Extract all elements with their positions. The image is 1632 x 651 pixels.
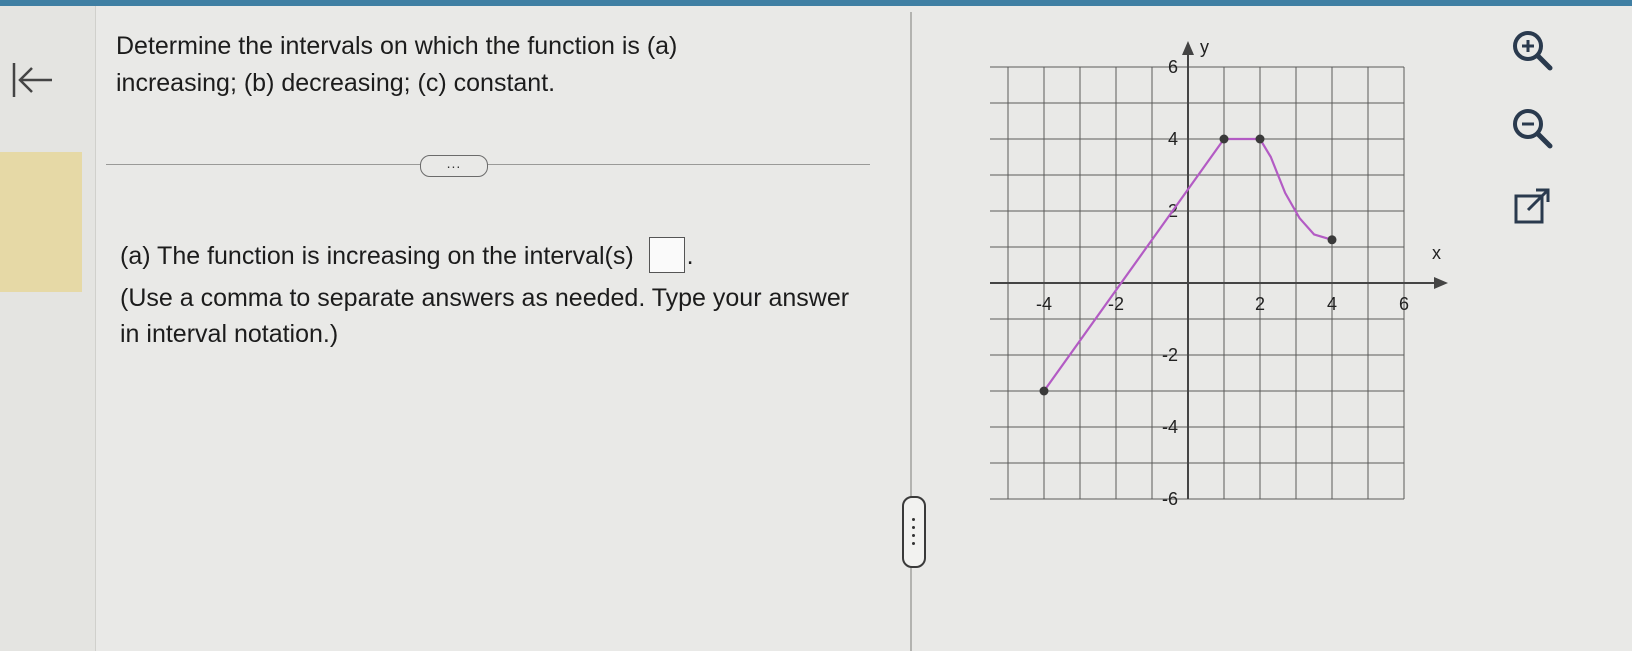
current-question-marker (0, 152, 82, 292)
y-tick-label: 4 (1168, 129, 1178, 149)
curve-endpoint (1039, 386, 1049, 396)
part-a-text: (a) The function is increasing on the in… (120, 242, 634, 270)
answer-period: . (686, 242, 694, 270)
x-tick-label: -4 (1036, 294, 1052, 314)
part-a-line: (a) The function is increasing on the in… (120, 237, 694, 274)
open-external-button[interactable] (1508, 184, 1556, 232)
answer-input[interactable] (648, 237, 685, 273)
collapse-left-icon (12, 63, 52, 97)
top-bar (0, 0, 1632, 6)
divider (106, 164, 870, 165)
panel-resize-handle[interactable] (902, 496, 926, 568)
y-tick-label: -2 (1162, 345, 1178, 365)
x-tick-label: 4 (1327, 294, 1337, 314)
y-axis-arrow (1182, 41, 1194, 55)
y-axis-label: y (1200, 37, 1209, 57)
zoom-in-button[interactable] (1508, 26, 1556, 74)
curve-endpoint (1255, 134, 1265, 144)
curve-endpoint (1219, 134, 1229, 144)
zoom-in-icon (1513, 31, 1553, 71)
zoom-out-button[interactable] (1508, 104, 1556, 152)
open-external-icon (1514, 188, 1550, 224)
y-tick-label: 6 (1168, 57, 1178, 77)
y-tick-label: -4 (1162, 417, 1178, 437)
curve-endpoint (1327, 235, 1337, 245)
collapse-left-button[interactable] (6, 55, 56, 105)
question-prompt: Determine the intervals on which the fun… (116, 32, 678, 97)
more-button[interactable]: ... (420, 155, 488, 177)
x-tick-label: 2 (1255, 294, 1265, 314)
answer-instructions: (Use a comma to separate answers as need… (120, 284, 850, 348)
zoom-out-icon (1513, 109, 1553, 149)
x-axis-arrow (1434, 277, 1448, 289)
x-axis-label: x (1432, 243, 1441, 263)
x-tick-label: 6 (1399, 294, 1409, 314)
y-tick-label: -6 (1162, 489, 1178, 509)
function-graph: xy-6-4-2246642-2-4-6 (990, 37, 1448, 509)
